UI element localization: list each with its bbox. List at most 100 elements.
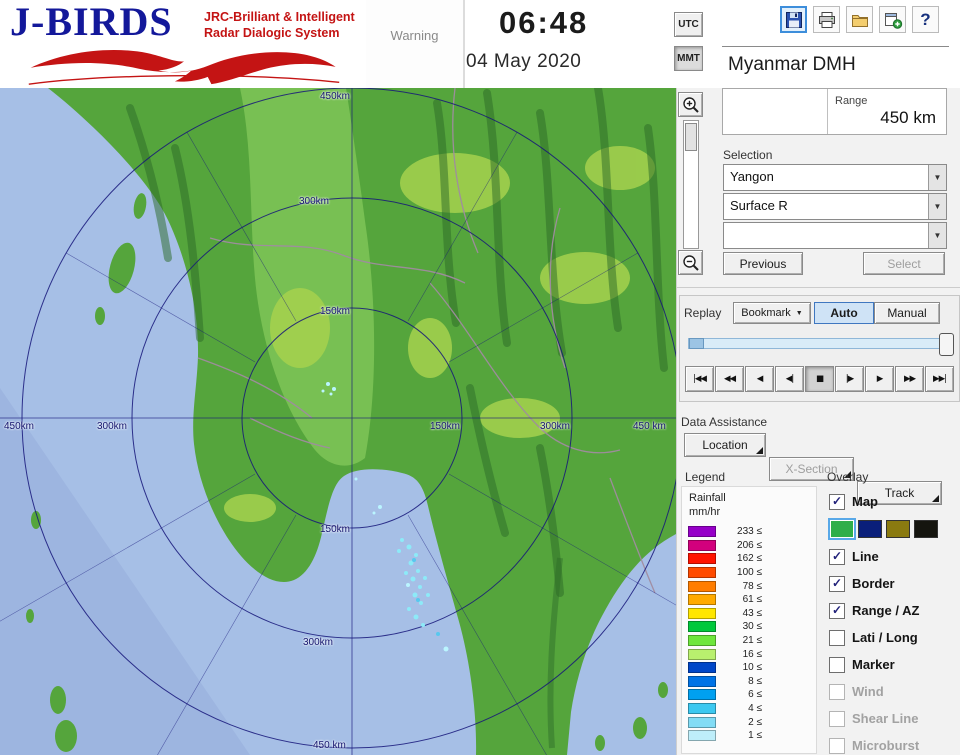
legend-color-swatch — [688, 662, 716, 674]
legend-value-label: 10 ≤ — [742, 662, 762, 674]
open-folder-button[interactable] — [846, 6, 873, 33]
legend-value-label: 233 ≤ — [737, 526, 762, 538]
playback-fast-forward-button[interactable]: ▶▶ — [895, 366, 924, 392]
legend-value-label: 162 ≤ — [737, 553, 762, 565]
logo: J-BIRDS JRC-Brilliant & Intelligent Rada… — [4, 2, 364, 86]
checkbox[interactable] — [829, 683, 845, 700]
legend-value-label: 4 ≤ — [748, 703, 762, 715]
replay-timeline-slider[interactable] — [688, 333, 954, 356]
legend-value-label: 78 ≤ — [742, 580, 762, 592]
playback-play-button[interactable]: ▶ — [865, 366, 894, 392]
toolbar: ? — [780, 6, 939, 33]
overlay-item-label: Border — [852, 576, 895, 591]
map-color-swatch[interactable] — [886, 520, 910, 538]
legend-row: 21 ≤ — [688, 634, 762, 648]
overlay-item-line[interactable]: ✓ Line — [829, 543, 957, 570]
overlay-item-range-az[interactable]: ✓ Range / AZ — [829, 597, 957, 624]
checkbox[interactable]: ✓ — [829, 602, 845, 619]
overlay-list: ✓ Map ✓ Line ✓ Border ✓ Range / AZ Lati / Long Ma… — [828, 488, 957, 755]
mmt-button[interactable]: MMT — [674, 46, 703, 71]
playback-step-back-button[interactable]: ◀| — [775, 366, 804, 392]
help-button[interactable]: ? — [912, 6, 939, 33]
checkbox[interactable] — [829, 737, 845, 754]
overlay-item-shear-line[interactable]: Shear Line — [829, 705, 957, 732]
legend-value-label: 100 ≤ — [737, 567, 762, 579]
overlay-item-map[interactable]: ✓ Map — [829, 488, 957, 515]
playback-step-forward-button[interactable]: |▶ — [835, 366, 864, 392]
overlay-item-lati-long[interactable]: Lati / Long — [829, 624, 957, 651]
chevron-down-icon[interactable]: ▼ — [928, 194, 946, 219]
select-button[interactable]: Select — [863, 252, 945, 275]
legend-label: Legend — [685, 470, 726, 484]
legend-value-label: 2 ≤ — [748, 716, 762, 728]
bookmark-button[interactable]: Bookmark ▼ — [733, 302, 811, 324]
selection-dropdown-product[interactable]: Surface R ▼ — [723, 193, 947, 220]
legend-color-swatch — [688, 594, 716, 606]
overlay-item-marker[interactable]: Marker — [829, 651, 957, 678]
legend-value-label: 61 ≤ — [742, 594, 762, 606]
legend-color-swatch — [688, 553, 716, 565]
checkbox[interactable]: ✓ — [829, 548, 845, 565]
chevron-down-icon[interactable]: ▼ — [928, 223, 946, 248]
legend-unit-line2: mm/hr — [689, 506, 721, 518]
checkbox[interactable] — [829, 629, 845, 646]
checkbox[interactable]: ✓ — [829, 575, 845, 592]
map-color-swatch[interactable] — [828, 518, 856, 540]
corner-arrow-icon — [756, 447, 763, 454]
print-icon — [818, 11, 835, 28]
legend-row: 206 ≤ — [688, 539, 762, 553]
playback-skip-to-end-button[interactable]: ▶▶| — [925, 366, 954, 392]
legend-color-swatch — [688, 539, 716, 551]
legend-value-label: 8 ≤ — [748, 675, 762, 687]
divider — [677, 287, 960, 288]
map-color-swatch[interactable] — [914, 520, 938, 538]
playback-fast-rewind-button[interactable]: ◀◀ — [715, 366, 744, 392]
checkbox[interactable] — [829, 656, 845, 673]
new-window-button[interactable] — [879, 6, 906, 33]
zoom-out-button[interactable] — [678, 250, 703, 275]
overlay-item-label: Range / AZ — [852, 603, 920, 618]
overlay-item-wind[interactable]: Wind — [829, 678, 957, 705]
playback-skip-to-start-button[interactable]: |◀◀ — [685, 366, 714, 392]
chevron-down-icon[interactable]: ▼ — [928, 165, 946, 190]
legend-value-label: 6 ≤ — [748, 689, 762, 701]
warning-label: Warning — [390, 28, 439, 43]
radar-map[interactable]: 450km 300km 150km 150km 300km 450 km 450km 300k… — [0, 88, 676, 755]
auto-mode-button[interactable]: Auto — [814, 302, 874, 324]
legend-row: 162 ≤ — [688, 552, 762, 566]
selection-dropdown-station[interactable]: Yangon ▼ — [723, 164, 947, 191]
overlay-item-border[interactable]: ✓ Border — [829, 570, 957, 597]
legend-row: 1 ≤ — [688, 729, 762, 743]
zoom-slider-thumb[interactable] — [685, 123, 697, 151]
playback-play-reverse-button[interactable]: ◀ — [745, 366, 774, 392]
j-birds-app: J-BIRDS JRC-Brilliant & Intelligent Rada… — [0, 0, 960, 755]
print-button[interactable] — [813, 6, 840, 33]
playback-stop-button[interactable]: ■ — [805, 366, 834, 392]
previous-button[interactable]: Previous — [723, 252, 803, 275]
control-panel: Range 450 km Selection Yangon ▼ Surface … — [676, 88, 960, 755]
map-color-swatch[interactable] — [858, 520, 882, 538]
location-button[interactable]: Location — [684, 433, 766, 457]
manual-mode-button[interactable]: Manual — [874, 302, 940, 324]
checkbox[interactable]: ✓ — [829, 493, 845, 510]
zoom-in-icon — [682, 96, 699, 113]
zoom-in-button[interactable] — [678, 92, 703, 117]
legend-color-swatch — [688, 730, 716, 742]
map-color-options — [828, 515, 957, 543]
help-icon: ? — [920, 9, 931, 29]
overlay-item-label: Marker — [852, 657, 895, 672]
overlay-item-label: Line — [852, 549, 879, 564]
utc-button[interactable]: UTC — [674, 12, 703, 37]
range-label: Range — [835, 95, 868, 107]
slider-thumb[interactable] — [939, 333, 954, 356]
selection-dropdown-option[interactable]: ▼ — [723, 222, 947, 249]
new-window-icon — [884, 12, 902, 29]
clock-time: 06:48 — [499, 5, 589, 40]
warning-button[interactable]: Warning — [366, 0, 465, 88]
overlay-item-microburst[interactable]: Microburst — [829, 732, 957, 755]
zoom-slider[interactable] — [683, 120, 699, 249]
legend-color-swatch — [688, 526, 716, 538]
save-button[interactable] — [780, 6, 807, 33]
overlay-item-label: Map — [852, 494, 878, 509]
checkbox[interactable] — [829, 710, 845, 727]
